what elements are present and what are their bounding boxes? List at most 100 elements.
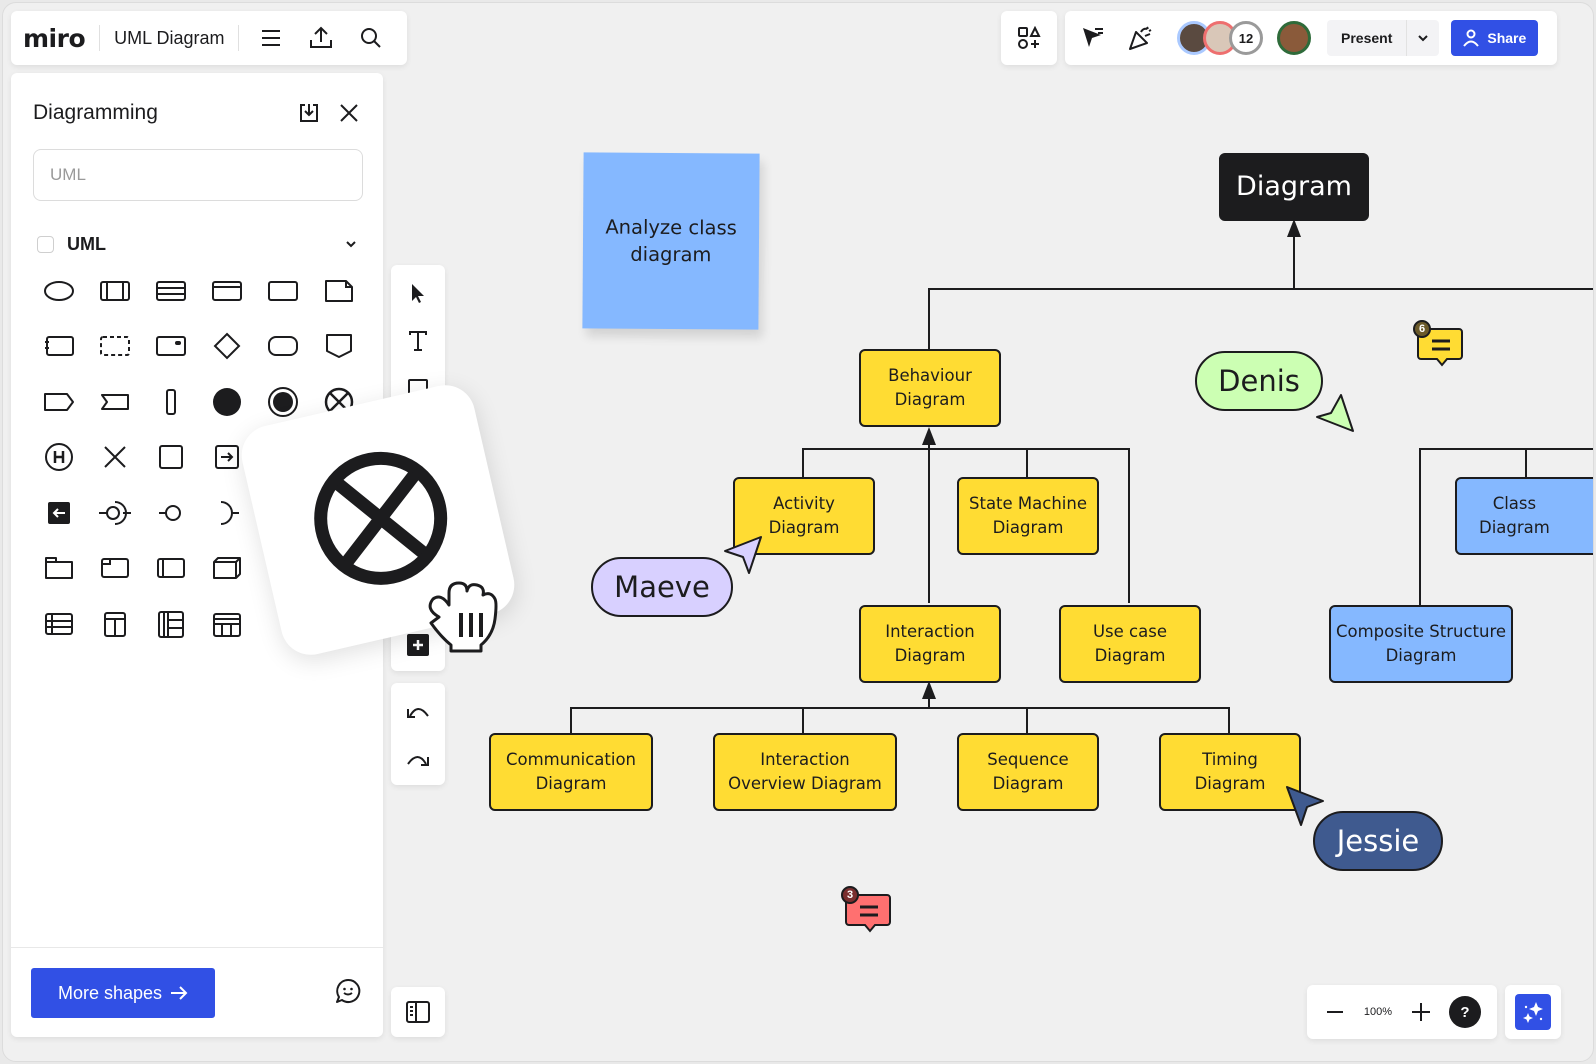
shape-square[interactable] [143,430,199,486]
present-button[interactable]: Present [1327,20,1408,56]
node-communication-diagram[interactable]: Communication Diagram [489,733,653,811]
comment-thread-1[interactable]: 6 [1409,319,1469,369]
celebrate-button[interactable] [1121,18,1161,58]
shape-required-interface[interactable] [199,485,255,541]
grab-hand-cursor-icon [428,581,498,653]
shape-initial-node[interactable] [199,374,255,430]
shape-bar[interactable] [143,374,199,430]
ai-assist-button[interactable] [1505,985,1561,1039]
shape-dashed-rectangle[interactable] [87,319,143,375]
import-button[interactable] [295,99,323,127]
redo-icon [407,756,429,766]
comment-thread-2[interactable]: 3 [837,885,897,935]
undo-icon [407,708,429,718]
node-diagram[interactable]: Diagram [1219,153,1369,221]
search-button[interactable] [353,20,389,56]
shape-diamond[interactable] [199,319,255,375]
node-interaction-diagram[interactable]: Interaction Diagram [859,605,1001,683]
shape-component[interactable] [31,319,87,375]
shape-table-col[interactable] [87,596,143,652]
ai-button-inner [1515,994,1551,1030]
shape-3d-box[interactable] [199,541,255,597]
share-label: Share [1487,30,1527,46]
redo-button[interactable] [391,739,445,779]
present-control: Present [1327,20,1440,56]
comment-count-badge: 6 [1413,320,1431,338]
shape-ellipse[interactable] [31,263,87,319]
shape-accept-event[interactable] [87,374,143,430]
board-title[interactable]: UML Diagram [114,28,224,49]
select-tool[interactable] [391,273,445,313]
current-user-avatar[interactable] [1277,21,1311,55]
node-sequence-diagram[interactable]: Sequence Diagram [957,733,1099,811]
panel-footer: More shapes [11,947,383,1037]
chevron-down-icon[interactable] [345,240,357,248]
shape-table-header[interactable] [199,596,255,652]
shape-history[interactable] [31,430,87,486]
connector-interaction-branch [570,707,1230,733]
shape-rectangle[interactable] [255,263,311,319]
category-uml[interactable]: UML [33,231,363,257]
feedback-button[interactable] [335,978,361,1009]
feedback-smiley-icon [336,978,361,1003]
zoom-in-button[interactable] [1405,996,1437,1028]
sticky-note[interactable]: Analyze class diagram [582,152,760,330]
shape-package-tab[interactable] [87,541,143,597]
shape-note[interactable] [311,263,367,319]
shape-pentagon-down[interactable] [311,319,367,375]
shape-frame-header[interactable] [199,263,255,319]
more-shapes-label: More shapes [57,982,163,1003]
shape-entry-arrow[interactable] [31,485,87,541]
shape-rect-side[interactable] [143,541,199,597]
follow-cursor-button[interactable] [1073,18,1113,58]
category-checkbox[interactable] [37,235,54,253]
shape-table-grid[interactable] [143,596,199,652]
share-button[interactable]: Share [1451,20,1539,56]
zoom-out-button[interactable] [1319,996,1351,1028]
shape-package[interactable] [31,541,87,597]
shape-send-signal[interactable] [31,374,87,430]
export-button[interactable] [303,20,339,56]
divider [238,25,240,51]
shape-search-input[interactable] [33,149,363,201]
node-state-machine-diagram[interactable]: State Machine Diagram [957,477,1099,555]
shape-table-row[interactable] [31,596,87,652]
text-tool[interactable] [391,321,445,361]
shape-node-dot[interactable] [143,319,199,375]
node-timing-diagram[interactable]: Timing Diagram [1159,733,1301,811]
undo-button[interactable] [391,691,445,731]
collaborator-avatars[interactable]: 12 [1177,21,1311,55]
cursor-label-denis: Denis [1195,351,1323,411]
more-shapes-button[interactable]: More shapes [31,968,215,1018]
cursor-select-icon [412,284,424,303]
present-options-button[interactable] [1407,20,1439,56]
node-interaction-overview-diagram[interactable]: Interaction Overview Diagram [713,733,897,811]
collaborator-count[interactable]: 12 [1229,21,1263,55]
category-label: UML [67,233,106,254]
sparkle-icon [1523,1002,1543,1023]
close-panel-button[interactable] [335,99,363,127]
text-icon [409,331,427,351]
arrow-right-icon [171,986,188,1000]
node-use-case-diagram[interactable]: Use case Diagram [1059,605,1201,683]
zoom-level[interactable]: 100% [1351,1006,1405,1018]
node-composite-structure-diagram[interactable]: Composite Structure Diagram [1329,605,1513,683]
shape-provided-required-interface[interactable] [87,485,143,541]
node-class-diagram[interactable]: Class Diagram [1455,477,1593,555]
apps-button[interactable] [1001,11,1057,65]
shape-class-rows[interactable] [143,263,199,319]
cursor-label-jessie: Jessie [1313,811,1443,871]
toggle-panel-button[interactable] [391,987,445,1037]
user-icon [1463,29,1480,47]
shape-rounded-rectangle[interactable] [255,319,311,375]
arrowhead-root [1287,219,1301,237]
node-behaviour-diagram[interactable]: Behaviour Diagram [859,349,1001,427]
help-button[interactable]: ? [1449,996,1481,1028]
menu-button[interactable] [253,20,289,56]
shape-cross[interactable] [87,430,143,486]
miro-logo[interactable]: miro [23,24,86,53]
cursor-label-maeve: Maeve [591,557,733,617]
shape-provided-interface[interactable] [143,485,199,541]
shape-class-columns[interactable] [87,263,143,319]
comment-count-badge: 3 [841,886,859,904]
